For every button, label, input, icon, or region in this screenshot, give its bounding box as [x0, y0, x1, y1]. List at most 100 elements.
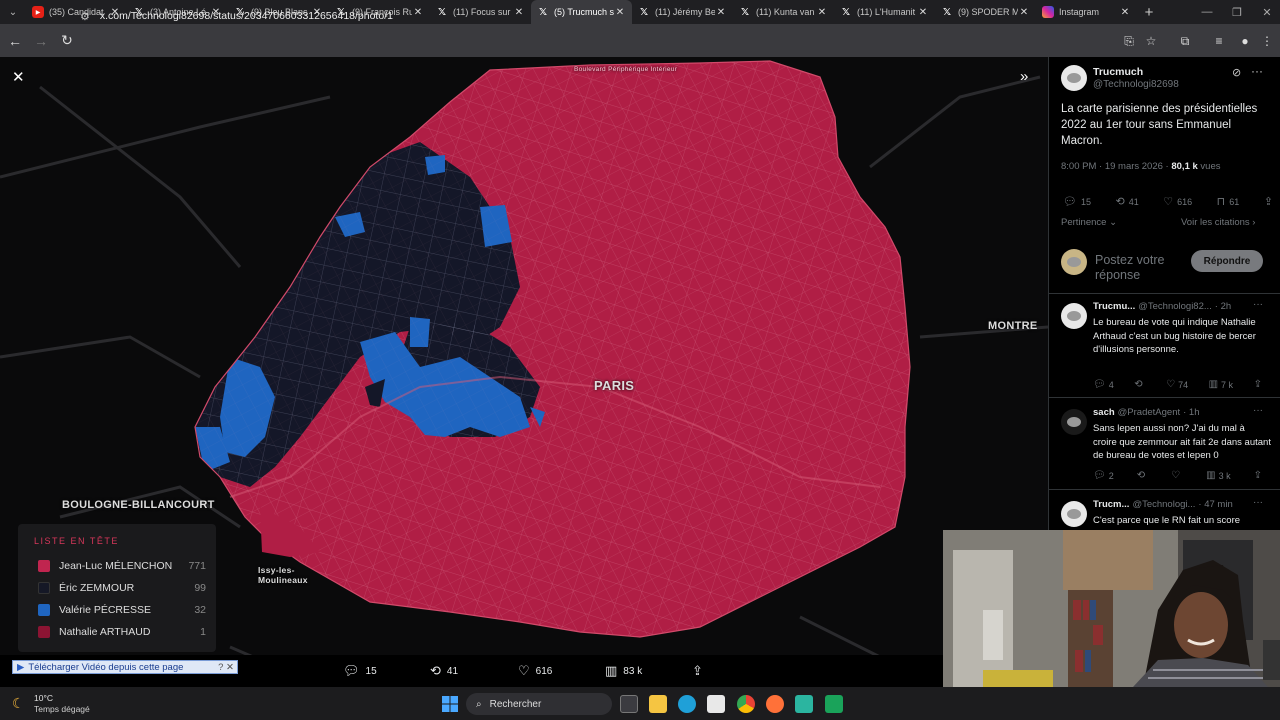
views-button[interactable]: ▥ 3 k — [1206, 470, 1230, 481]
reply-handle[interactable]: @PradetAgent — [1118, 407, 1180, 418]
edge-icon[interactable] — [678, 695, 696, 713]
legend-swatch — [38, 582, 50, 594]
views-button[interactable]: ▥ 7 k — [1209, 379, 1233, 390]
site-info-icon[interactable]: ⚙ — [80, 10, 90, 23]
maximize-icon[interactable]: ❐ — [1222, 0, 1252, 24]
viewer-share-button[interactable]: ⇪ — [692, 663, 709, 679]
file-explorer-icon[interactable] — [649, 695, 667, 713]
legend-count: 32 — [194, 604, 206, 616]
reply-text: Le bureau de vote qui indique Nathalie A… — [1093, 317, 1256, 355]
divider — [1049, 293, 1280, 294]
heart-icon: ♡ — [1163, 196, 1174, 208]
author-name[interactable]: Trucmuch — [1093, 66, 1143, 78]
download-video-bar[interactable]: ▶ Télécharger Vidéo depuis cette page ? … — [12, 660, 238, 674]
app-icon[interactable] — [795, 695, 813, 713]
tweet-reply-button[interactable]: 💬︎ 15 — [1063, 195, 1091, 208]
tweet-bookmark-button[interactable]: ⊓ 61 — [1217, 195, 1240, 208]
browser-menu-icon[interactable]: ⋮ — [1258, 32, 1276, 50]
views-count: 3 k — [1218, 470, 1231, 481]
bookmark-star-icon[interactable]: ☆ — [1142, 32, 1160, 50]
reply-author[interactable]: Trucmu... — [1093, 301, 1135, 312]
heart-icon: ♡ — [518, 663, 530, 678]
grok-icon[interactable]: ⊘ — [1232, 66, 1241, 79]
legend-item: Jean-Luc MÉLENCHON 771 — [38, 558, 206, 574]
viewer-repost-button[interactable]: ⟲ 41 — [430, 663, 458, 679]
reply-button[interactable]: 💬︎ 4 — [1093, 379, 1114, 390]
view-quotes-link[interactable]: Voir les citations › — [1181, 217, 1255, 228]
reply-text: C'est parce que le RN fait un score — [1093, 515, 1241, 526]
webcam-overlay — [943, 530, 1280, 687]
reply-header: Trucm... @Technologi... · 47 min — [1093, 499, 1273, 510]
legend-item: Valérie PÉCRESSE 32 — [38, 602, 206, 618]
repost-icon: ⟲ — [1134, 379, 1143, 390]
task-view-icon[interactable] — [620, 695, 638, 713]
store-icon[interactable] — [707, 695, 725, 713]
weather-moon-icon[interactable]: ☾ — [12, 695, 25, 712]
author-avatar[interactable] — [1061, 65, 1087, 91]
close-window-icon[interactable]: ✕ — [1252, 0, 1280, 24]
viewer-views-button[interactable]: ▥ 83 k — [605, 663, 642, 679]
tweet-like-button[interactable]: ♡ 616 — [1163, 195, 1192, 208]
tweet-share-button[interactable]: ⇪ — [1264, 195, 1273, 208]
reply-input[interactable]: Postez votre réponse — [1095, 253, 1185, 283]
extensions-icon[interactable]: ⧉ — [1176, 32, 1194, 50]
viewer-views-count: 83 k — [623, 665, 643, 677]
repost-button[interactable]: ⟲ — [1134, 379, 1145, 390]
reply-handle[interactable]: @Technologi... — [1132, 499, 1195, 510]
tweet-repost-button[interactable]: ⟲ 41 — [1115, 195, 1138, 208]
reply-button[interactable]: 💬︎ 2 — [1093, 470, 1114, 481]
heart-button[interactable]: ♡ 74 — [1166, 379, 1188, 390]
viewer-like-button[interactable]: ♡ 616 — [518, 663, 552, 679]
reply-action-row: 💬︎ 4 ⟲ ♡ 74 ▥ 7 k ⇪ — [1093, 379, 1265, 390]
tweet-reply-count: 15 — [1080, 196, 1091, 207]
legend-count: 1 — [200, 626, 206, 638]
repost-button[interactable]: ⟲ — [1137, 470, 1148, 481]
profile-icon[interactable]: ● — [1236, 32, 1254, 50]
divider — [1049, 397, 1280, 398]
firefox-icon[interactable] — [766, 695, 784, 713]
reply-more-icon[interactable]: ··· — [1253, 299, 1263, 310]
close-viewer-icon[interactable]: ✕ — [12, 68, 25, 86]
reload-icon[interactable]: ↻ — [54, 24, 80, 57]
author-handle[interactable]: @Technologi82698 — [1093, 79, 1179, 90]
reply-author[interactable]: sach — [1093, 407, 1115, 418]
reply-avatar[interactable] — [1061, 501, 1087, 527]
reply-avatar[interactable] — [1061, 409, 1087, 435]
tweet-views-label: vues — [1200, 161, 1221, 172]
legend-name: Jean-Luc MÉLENCHON — [59, 560, 173, 572]
url-bar[interactable]: ⚙ x.com/Technologi82698/status/203470660… — [80, 4, 1170, 28]
media-control-icon[interactable]: ≡ — [1210, 32, 1228, 50]
reply-text: Sans lepen aussi non? J'ai du mal à croi… — [1093, 423, 1271, 461]
search-icon: ⌕ — [476, 698, 482, 710]
tab-search-dropdown-icon[interactable]: ⌄ — [0, 0, 26, 24]
reply-more-icon[interactable]: ··· — [1253, 497, 1263, 508]
taskbar-search[interactable]: ⌕ Rechercher — [466, 693, 612, 715]
chrome-icon[interactable] — [737, 695, 755, 713]
forward-icon[interactable]: → — [28, 24, 54, 57]
viewer-reply-button[interactable]: 💬︎ 15 — [343, 663, 377, 679]
minimize-icon[interactable]: — — [1192, 0, 1222, 24]
reply-handle[interactable]: @Technologi82... — [1138, 301, 1212, 312]
tweet-views-count: 80,1 k — [1171, 161, 1198, 172]
back-icon[interactable]: ← — [2, 24, 28, 57]
share-button[interactable]: ⇪ — [1254, 470, 1265, 481]
share-button[interactable]: ⇪ — [1254, 379, 1265, 390]
game-app-icon[interactable] — [825, 695, 843, 713]
reply-author[interactable]: Trucm... — [1093, 499, 1129, 510]
weather-desc[interactable]: Temps dégagé — [34, 704, 90, 714]
reply-avatar[interactable] — [1061, 303, 1087, 329]
sort-dropdown[interactable]: Pertinence ⌄ — [1061, 217, 1117, 228]
more-options-icon[interactable]: ··· — [1251, 64, 1263, 78]
reply-button[interactable]: Répondre — [1191, 250, 1263, 272]
windows-start-icon[interactable] — [442, 696, 458, 712]
weather-temp[interactable]: 10°C — [34, 693, 53, 703]
reply-icon: 💬︎ — [1093, 379, 1106, 390]
expand-sidebar-icon[interactable]: » — [1020, 68, 1028, 85]
install-app-icon[interactable]: ⎘ — [1120, 32, 1138, 50]
url-text: x.com/Technologi82698/status/20347066033… — [99, 10, 393, 22]
reply-more-icon[interactable]: ··· — [1253, 405, 1263, 416]
dl-close-icon[interactable]: ? ✕ — [218, 662, 234, 673]
heart-button[interactable]: ♡ — [1171, 470, 1183, 481]
share-icon: ⇪ — [692, 663, 703, 678]
legend-item: Nathalie ARTHAUD 1 — [38, 624, 206, 640]
